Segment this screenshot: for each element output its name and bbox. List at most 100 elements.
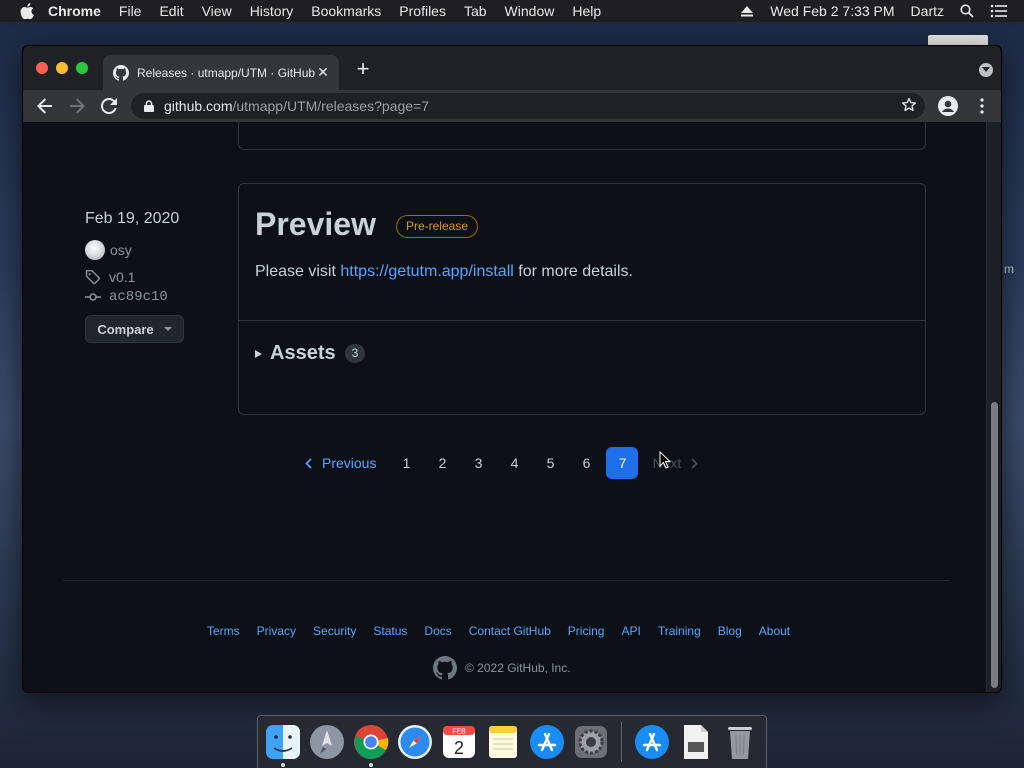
zoom-window-button[interactable] xyxy=(76,62,88,74)
calendar-month: FEB xyxy=(452,729,466,736)
chrome-icon[interactable] xyxy=(351,722,391,767)
page-scrollbar[interactable] xyxy=(986,122,1001,692)
back-button[interactable] xyxy=(34,95,56,117)
finder-icon[interactable] xyxy=(263,722,303,767)
footer-link-privacy[interactable]: Privacy xyxy=(257,624,296,638)
footer-link-docs[interactable]: Docs xyxy=(424,624,451,638)
previous-label: Previous xyxy=(322,455,377,471)
page-link-6[interactable]: 6 xyxy=(570,447,602,479)
address-bar[interactable]: github.com/utmapp/UTM/releases?page=7 xyxy=(131,93,925,119)
reload-button[interactable] xyxy=(98,95,120,117)
url-host: github.com xyxy=(164,98,233,114)
release-notes-suffix: for more details. xyxy=(513,263,633,280)
desktop-label: m xyxy=(1004,262,1014,276)
author-name[interactable]: osy xyxy=(110,242,132,258)
page-link-5[interactable]: 5 xyxy=(534,447,566,479)
profile-icon[interactable] xyxy=(937,95,959,117)
footer-link-api[interactable]: API xyxy=(621,624,640,638)
commit-sha[interactable]: ac89c10 xyxy=(109,289,168,305)
menu-bar-extras: Wed Feb 2 7:33 PM Dartz xyxy=(740,0,1024,22)
github-favicon-icon xyxy=(113,64,129,81)
page-link-2[interactable]: 2 xyxy=(426,447,458,479)
notes-icon[interactable] xyxy=(483,722,523,762)
previous-page-link[interactable]: Previous xyxy=(305,455,376,471)
menu-clock[interactable]: Wed Feb 2 7:33 PM xyxy=(770,3,894,19)
menu-edit[interactable]: Edit xyxy=(159,3,183,19)
calendar-day: 2 xyxy=(454,738,464,758)
footer-link-training[interactable]: Training xyxy=(658,624,701,638)
divider xyxy=(239,320,925,321)
chrome-menu-icon[interactable] xyxy=(971,95,993,117)
page-link-4[interactable]: 4 xyxy=(498,447,530,479)
menu-app-name[interactable]: Chrome xyxy=(48,3,101,19)
eject-icon[interactable] xyxy=(740,5,754,17)
tab-search-button[interactable] xyxy=(979,63,993,77)
bookmark-star-icon[interactable] xyxy=(901,97,917,116)
spotlight-search-icon[interactable] xyxy=(960,4,974,18)
system-preferences-icon[interactable] xyxy=(571,722,611,762)
launchpad-icon[interactable] xyxy=(307,722,347,762)
github-logo-icon[interactable] xyxy=(433,656,457,680)
footer-link-blog[interactable]: Blog xyxy=(718,624,742,638)
release-notes: Please visit https://getutm.app/install … xyxy=(239,243,925,281)
release-notes-prefix: Please visit xyxy=(255,263,341,280)
footer-link-security[interactable]: Security xyxy=(313,624,356,638)
release-commit[interactable]: ac89c10 xyxy=(85,289,184,305)
utm-icon[interactable] xyxy=(632,722,672,762)
safari-icon[interactable] xyxy=(395,722,435,762)
current-page: 7 xyxy=(606,447,639,479)
assets-label: Assets xyxy=(270,342,336,364)
release-tag[interactable]: v0.1 xyxy=(85,269,184,285)
footer-link-terms[interactable]: Terms xyxy=(207,624,240,638)
page-link-1[interactable]: 1 xyxy=(390,447,422,479)
copyright-text: © 2022 GitHub, Inc. xyxy=(465,661,571,675)
avatar[interactable] xyxy=(85,240,105,260)
lock-icon[interactable] xyxy=(144,100,154,112)
menu-view[interactable]: View xyxy=(202,3,232,19)
assets-toggle[interactable]: Assets 3 xyxy=(255,342,366,365)
footer-link-about[interactable]: About xyxy=(759,624,790,638)
file-icon[interactable] xyxy=(676,722,716,762)
disclosure-triangle-icon xyxy=(255,349,262,358)
menu-bookmarks[interactable]: Bookmarks xyxy=(311,3,381,19)
menu-help[interactable]: Help xyxy=(572,3,601,19)
new-tab-button[interactable]: + xyxy=(353,58,373,80)
menu-bar: Chrome File Edit View History Bookmarks … xyxy=(0,0,1024,22)
minimize-window-button[interactable] xyxy=(56,62,68,74)
release-author[interactable]: osy xyxy=(85,240,184,260)
menu-window[interactable]: Window xyxy=(505,3,555,19)
footer-links: Terms Privacy Security Status Docs Conta… xyxy=(207,624,807,638)
running-indicator xyxy=(369,763,373,767)
assets-count: 3 xyxy=(344,344,366,363)
scrollbar-thumb[interactable] xyxy=(991,402,998,688)
browser-tab[interactable]: Releases · utmapp/UTM · GitHub ✕ xyxy=(103,55,339,90)
footer-link-pricing[interactable]: Pricing xyxy=(568,624,605,638)
mouse-cursor-icon xyxy=(659,450,672,474)
calendar-icon[interactable]: FEB 2 xyxy=(439,722,479,762)
menu-history[interactable]: History xyxy=(250,3,294,19)
page-link-3[interactable]: 3 xyxy=(462,447,494,479)
tag-name[interactable]: v0.1 xyxy=(109,269,135,285)
menu-profiles[interactable]: Profiles xyxy=(399,3,446,19)
chevron-left-icon xyxy=(305,457,312,469)
menu-user[interactable]: Dartz xyxy=(911,3,944,19)
footer-copyright: © 2022 GitHub, Inc. xyxy=(433,656,571,680)
app-store-icon[interactable] xyxy=(527,722,567,762)
caret-down-icon xyxy=(163,327,172,331)
release-title[interactable]: Preview xyxy=(255,206,376,243)
footer-link-status[interactable]: Status xyxy=(373,624,407,638)
forward-button[interactable] xyxy=(66,95,88,117)
close-window-button[interactable] xyxy=(36,62,48,74)
pre-release-badge: Pre-release xyxy=(395,214,478,238)
compare-button[interactable]: Compare xyxy=(85,315,184,343)
footer-link-contact-github[interactable]: Contact GitHub xyxy=(469,624,551,638)
trash-icon[interactable] xyxy=(720,722,760,762)
release-meta: Feb 19, 2020 osy v0.1 ac89c10 Compare xyxy=(85,210,184,343)
url-path: /utmapp/UTM/releases?page=7 xyxy=(232,98,429,114)
tab-close-icon[interactable]: ✕ xyxy=(315,64,331,81)
install-link[interactable]: https://getutm.app/install xyxy=(340,263,513,280)
menu-file[interactable]: File xyxy=(119,3,142,19)
menu-tab[interactable]: Tab xyxy=(464,3,487,19)
control-center-icon[interactable] xyxy=(990,4,1008,18)
apple-menu-icon[interactable] xyxy=(20,3,36,19)
